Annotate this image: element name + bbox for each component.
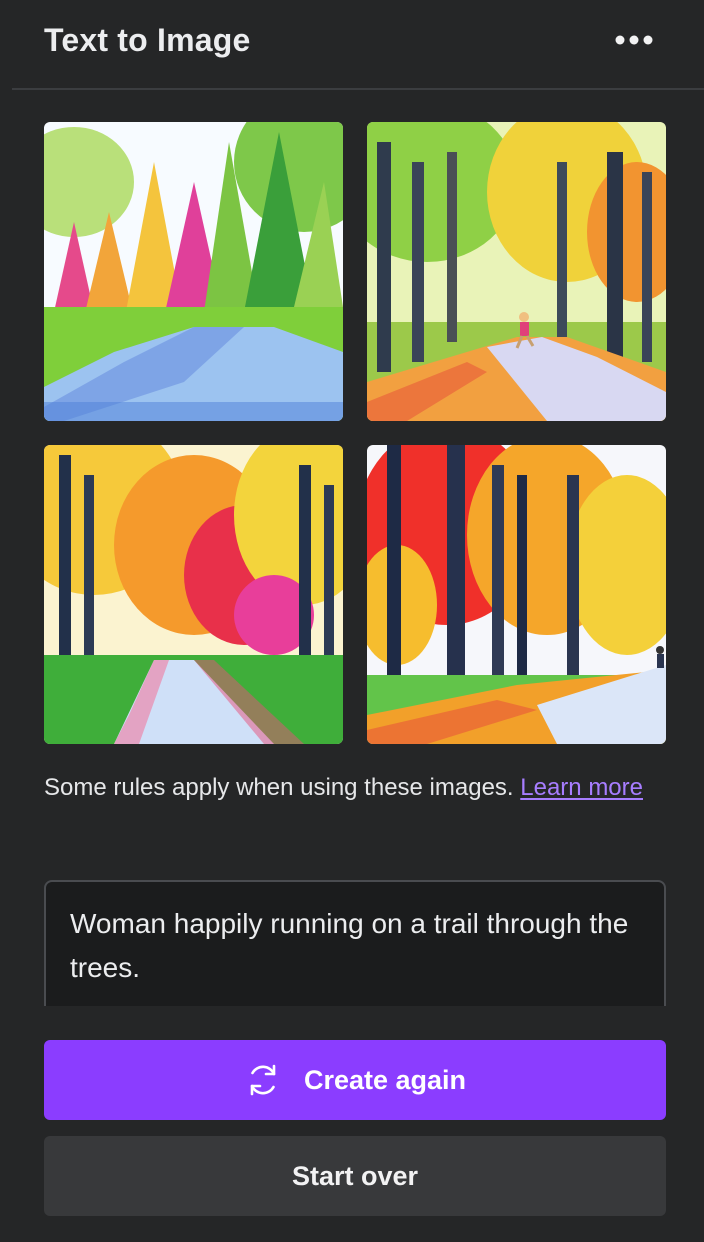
generated-image-2[interactable] [367, 122, 666, 421]
start-over-button[interactable]: Start over [44, 1136, 666, 1216]
more-options-button[interactable] [604, 22, 664, 58]
prompt-text[interactable]: Woman happily running on a trail through… [70, 902, 650, 990]
generated-image-3[interactable] [44, 445, 343, 744]
create-again-button[interactable]: Create again [44, 1040, 666, 1120]
refresh-icon [250, 1064, 276, 1096]
usage-notice-text: Some rules apply when using these images… [44, 774, 514, 801]
prompt-input[interactable]: Woman happily running on a trail through… [44, 880, 666, 1006]
header-divider [12, 88, 704, 90]
start-over-label: Start over [291, 1160, 419, 1191]
more-horizontal-icon [615, 35, 653, 45]
generated-image-1[interactable] [44, 122, 343, 421]
usage-notice: Some rules apply when using these images… [44, 768, 664, 808]
generated-image-4[interactable] [367, 445, 666, 744]
create-again-label: Create again [303, 1064, 467, 1095]
learn-more-link[interactable]: Learn more [520, 774, 643, 801]
panel-title: Text to Image [44, 22, 251, 58]
panel-header: Text to Image [0, 0, 704, 88]
